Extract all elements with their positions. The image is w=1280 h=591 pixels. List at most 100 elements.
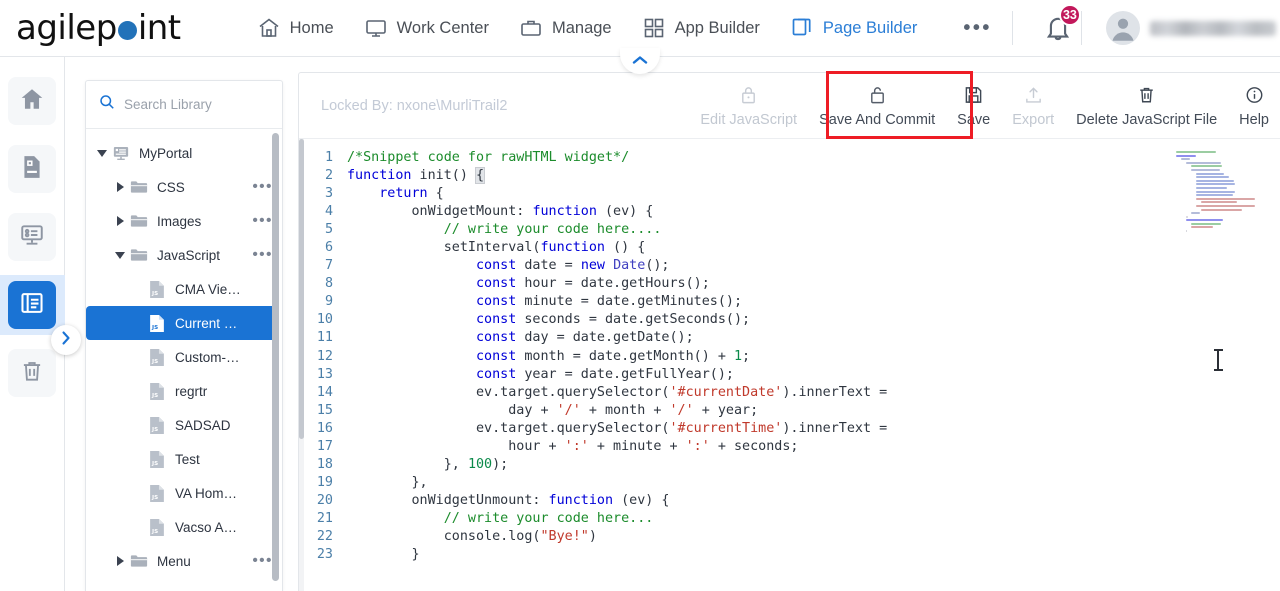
locked-by-label: Locked By: nxone\MurliTrail2: [321, 97, 508, 114]
tree-item-test[interactable]: JS Test: [86, 442, 282, 476]
folder-icon: [128, 179, 150, 195]
toolbar-button-label: Save And Commit: [819, 111, 936, 128]
svg-text:JS: JS: [151, 392, 158, 398]
tree-item-label: Menu: [157, 553, 191, 569]
search-input[interactable]: [124, 97, 264, 112]
home-icon: [257, 16, 281, 40]
tree-item-label: VA Hom…: [175, 485, 238, 501]
svg-text:JS: JS: [151, 460, 158, 466]
code-vertical-scrollbar[interactable]: [299, 139, 304, 591]
rail-slot-recycle-bin: [0, 343, 65, 403]
rail-item-library[interactable]: [8, 281, 56, 329]
js-file-icon: JS: [146, 382, 168, 401]
page-icon: [19, 154, 45, 185]
tree-item-javascript[interactable]: JavaScript •••: [86, 238, 282, 272]
toolbar-button-label: Edit JavaScript: [700, 111, 798, 128]
monitor-icon: [364, 16, 388, 40]
save-button[interactable]: Save: [946, 84, 1001, 128]
code-content[interactable]: 1/*Snippet code for rawHTML widget*/ 2 fu…: [299, 139, 1280, 564]
notifications-button[interactable]: 33: [1041, 4, 1081, 45]
tree-item-label: Test: [175, 451, 200, 467]
nav-more-button[interactable]: •••: [949, 17, 1006, 39]
toolbar-button-label: Export: [1012, 111, 1055, 128]
export-button: Export: [1001, 84, 1065, 128]
folder-icon: [128, 553, 150, 569]
nav-item-work-center[interactable]: Work Center: [352, 10, 501, 46]
chevron-right-icon[interactable]: [112, 182, 128, 192]
rail-item-forms[interactable]: [8, 213, 56, 261]
toolbar-button-label: Save: [957, 111, 991, 128]
delete-javascript-file-button[interactable]: Delete JavaScript File: [1065, 84, 1228, 128]
tree-item-custom[interactable]: JS Custom-…: [86, 340, 282, 374]
nav-item-home[interactable]: Home: [245, 10, 346, 46]
nav-item-page-builder[interactable]: Page Builder: [778, 10, 929, 46]
search-icon: [99, 94, 115, 115]
js-file-icon: JS: [146, 280, 168, 299]
portal-icon: [110, 144, 132, 162]
tree-item-label: Custom-…: [175, 349, 240, 365]
logo-text-first: agilep: [16, 8, 117, 48]
js-file-icon: JS: [146, 450, 168, 469]
rail-slot-library: [0, 275, 65, 335]
bell-icon: [1041, 17, 1075, 49]
tree-item-sadsad[interactable]: JS SADSAD: [86, 408, 282, 442]
svg-text:JS: JS: [151, 324, 158, 330]
tree-item-menu[interactable]: Menu •••: [86, 544, 282, 578]
trash-icon: [1137, 84, 1156, 106]
tree-item-label: Images: [157, 213, 202, 229]
search-library-bar: [86, 81, 282, 129]
tree-item-myportal[interactable]: MyPortal: [86, 136, 282, 170]
save-and-commit-button[interactable]: Save And Commit: [808, 84, 946, 128]
rail-item-pages[interactable]: [8, 145, 56, 193]
lock-closed-icon: [739, 84, 758, 106]
primary-nav-items: Home Work Center Manage App Builder Page…: [245, 10, 1006, 46]
rail-item-recycle-bin[interactable]: [8, 349, 56, 397]
svg-text:JS: JS: [151, 426, 158, 432]
library-tree-scrollbar[interactable]: [272, 133, 279, 581]
tree-item-vacso-a[interactable]: JS Vacso A…: [86, 510, 282, 544]
nav-label-manage: Manage: [551, 18, 612, 37]
code-editor-area[interactable]: 1/*Snippet code for rawHTML widget*/ 2 fu…: [299, 139, 1280, 591]
chevron-down-icon[interactable]: [94, 149, 110, 157]
tree-item-label: MyPortal: [139, 145, 193, 161]
user-menu[interactable]: ⌄: [1105, 11, 1280, 45]
library-tree-body: MyPortal CSS ••• Images ••• JavaScript ••• JS CM…: [86, 136, 282, 578]
editor-toolbar: Locked By: nxone\MurliTrail2 Edit JavaSc…: [299, 71, 1280, 139]
nav-label-page-builder: Page Builder: [822, 18, 918, 37]
js-file-icon: JS: [146, 518, 168, 537]
chevron-right-icon[interactable]: [112, 556, 128, 566]
collapse-nav-button[interactable]: [620, 48, 660, 74]
svg-text:JS: JS: [151, 290, 158, 296]
tree-item-va-hom[interactable]: JS VA Hom…: [86, 476, 282, 510]
agilepoint-logo[interactable]: agilep int: [16, 0, 181, 57]
tree-item-regrtr[interactable]: JS regrtr: [86, 374, 282, 408]
left-icon-rail: [0, 57, 65, 591]
rail-item-home[interactable]: [8, 77, 56, 125]
briefcase-icon: [519, 16, 543, 40]
tree-item-current[interactable]: JS Current …: [86, 306, 276, 340]
tree-item-images[interactable]: Images •••: [86, 204, 282, 238]
svg-text:JS: JS: [151, 528, 158, 534]
chevron-down-icon[interactable]: [112, 251, 128, 259]
notification-count-badge: 33: [1058, 4, 1081, 26]
nav-item-app-builder[interactable]: App Builder: [630, 10, 772, 46]
folder-icon: [128, 213, 150, 229]
library-panel: MyPortal CSS•••Images•••JavaScript••• JS CM…: [85, 80, 283, 591]
chevron-right-icon: [60, 330, 72, 351]
js-file-icon: JS: [146, 484, 168, 503]
text-cursor-icon: [1214, 349, 1223, 371]
nav-divider-2: [1080, 11, 1082, 45]
chevron-up-icon: [632, 52, 648, 70]
expand-rail-button[interactable]: [51, 325, 81, 355]
js-file-icon: JS: [146, 348, 168, 367]
home-icon: [19, 86, 45, 117]
nav-item-manage[interactable]: Manage: [507, 10, 624, 46]
tree-item-cma-vie[interactable]: JS CMA Vie…: [86, 272, 282, 306]
logo-dot-icon: [117, 20, 137, 40]
tree-item-css[interactable]: CSS •••: [86, 170, 282, 204]
tree-item-label: SADSAD: [175, 417, 231, 433]
chevron-right-icon[interactable]: [112, 216, 128, 226]
floppy-icon: [964, 84, 983, 106]
avatar: [1105, 11, 1140, 45]
help-button[interactable]: Help: [1228, 84, 1280, 128]
